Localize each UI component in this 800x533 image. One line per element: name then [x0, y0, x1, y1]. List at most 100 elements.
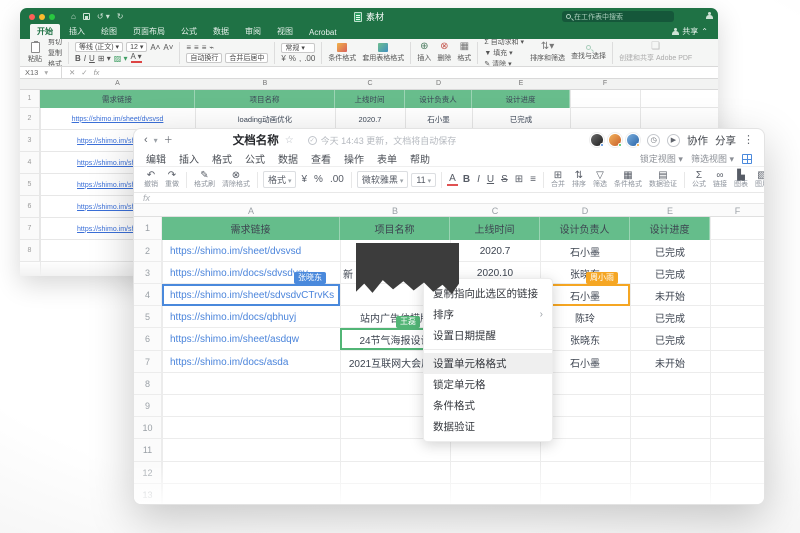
formula-button[interactable]: Σ公式 [690, 170, 708, 189]
sheet-row[interactable]: 13 [134, 484, 764, 505]
excel-column-headers[interactable]: ABCDEF [20, 79, 718, 90]
cell-A2[interactable]: https://shimo.im/sheet/dvsvsd [40, 108, 195, 130]
collab-button[interactable]: 协作 [687, 133, 708, 148]
menu-编辑[interactable]: 编辑 [146, 151, 166, 166]
align-bottom-icon[interactable]: ≡ [202, 43, 207, 52]
header-cell-D1[interactable]: 设计负责人 [540, 217, 630, 240]
column-header-C[interactable]: C [450, 204, 540, 217]
cut-button[interactable]: 剪切 [48, 39, 62, 47]
context-menu-item-锁定单元格[interactable]: 锁定单元格 [424, 374, 552, 395]
font-name-select[interactable]: 等线 (正文) ▾ [75, 42, 123, 52]
cell-C2[interactable]: 2020.7 [450, 240, 540, 262]
header-cell-A1[interactable]: 需求链接 [40, 90, 195, 108]
cell-format-select[interactable]: 格式 [263, 171, 296, 188]
bold-icon[interactable]: B [75, 54, 81, 63]
borders-button[interactable]: ⊞ [513, 174, 525, 185]
column-header-F[interactable]: F [570, 80, 640, 87]
maximize-icon[interactable] [49, 14, 55, 20]
context-menu-item-条件格式[interactable]: 条件格式 [424, 395, 552, 416]
lock-view-button[interactable]: 锁定视图 ▾ [640, 152, 683, 165]
percent-icon[interactable]: % [289, 54, 296, 63]
align-top-icon[interactable]: ≡ [186, 43, 191, 52]
cell-A6[interactable]: https://shimo.im/sheet/asdqw [162, 328, 340, 351]
decimal-icon[interactable]: .00 [304, 54, 315, 63]
cell-B2[interactable]: loading动画优化 [195, 108, 335, 130]
align-middle-icon[interactable]: ≡ [194, 43, 199, 52]
clear-button[interactable]: ✎ 清除 ▾ [484, 59, 524, 68]
table-style-button[interactable]: 套用表格格式 [362, 43, 404, 63]
font-size-select[interactable]: 11 [411, 173, 436, 187]
cell-E3[interactable]: 已完成 [630, 262, 710, 284]
font-family-select[interactable]: 微软雅黑 [357, 171, 408, 188]
fill-color-icon[interactable]: ▨ ▾ [114, 54, 128, 63]
doc-switcher-caret-icon[interactable]: ▾ [154, 136, 158, 145]
autosum-button[interactable]: Σ 自动求和 ▾ [484, 39, 524, 47]
context-menu-item-设置日期提醒[interactable]: 设置日期提醒 [424, 325, 552, 346]
borders-icon[interactable]: ⊞ ▾ [98, 54, 111, 63]
merge-button[interactable]: ⊞合并 [549, 170, 567, 189]
cell-D2[interactable]: 石小墨 [405, 108, 472, 130]
copy-button[interactable]: 复制 [48, 48, 62, 58]
context-menu-item-排序[interactable]: 排序› [424, 304, 552, 325]
chart-button[interactable]: ▙图表 [732, 170, 750, 189]
format-painter-button[interactable]: ✎格式刷 [192, 170, 217, 189]
image-button[interactable]: ▨图片 [753, 170, 764, 189]
excel-search-box[interactable]: 在工作表中搜索 [562, 11, 674, 22]
header-cell-E1[interactable]: 设计进度 [472, 90, 570, 108]
wrap-text-button[interactable]: 自动换行 [186, 53, 222, 63]
adobe-pdf-button[interactable]: ❏ 创建和共享 Adobe PDF [619, 42, 692, 63]
collaborator-avatars[interactable] [590, 133, 640, 147]
filter-view-button[interactable]: 筛选视图 ▾ [691, 152, 734, 165]
find-select-button[interactable]: 查找与选择 [571, 45, 606, 61]
cell-D5[interactable]: 陈玲 [540, 306, 630, 328]
shimo-column-headers[interactable]: ABCDEF [134, 204, 764, 217]
header-cell-C1[interactable]: 上线时间 [450, 217, 540, 240]
cell-E5[interactable]: 已完成 [630, 306, 710, 328]
back-icon[interactable]: ‹ [144, 135, 148, 146]
menu-查看[interactable]: 查看 [311, 151, 331, 166]
orientation-icon[interactable]: ⌁ [209, 43, 214, 52]
column-header-E[interactable]: E [472, 80, 570, 87]
column-header-D[interactable]: D [405, 80, 472, 87]
tab-页面布局[interactable]: 页面布局 [126, 24, 172, 39]
avatar[interactable] [590, 133, 604, 147]
doc-title[interactable]: 文档名称 [233, 132, 279, 148]
cell-E2[interactable]: 已完成 [630, 240, 710, 262]
column-header-A[interactable]: A [162, 204, 340, 217]
minimize-icon[interactable] [39, 14, 45, 20]
header-cell-E1[interactable]: 设计进度 [630, 217, 710, 240]
fill-button[interactable]: ▼ 填充 ▾ [484, 48, 524, 58]
tab-视图[interactable]: 视图 [270, 24, 300, 39]
context-menu-item-数据验证[interactable]: 数据验证 [424, 416, 552, 437]
share-button[interactable]: 共享 ⌃ [672, 26, 708, 37]
bold-button[interactable]: B [461, 174, 472, 185]
column-header-B[interactable]: B [195, 80, 335, 87]
context-menu-item-设置单元格格式[interactable]: 设置单元格格式 [424, 353, 552, 374]
tab-审阅[interactable]: 审阅 [238, 24, 268, 39]
cell-A2[interactable]: https://shimo.im/sheet/dvsvsd [162, 240, 340, 262]
menu-格式[interactable]: 格式 [212, 151, 232, 166]
tab-Acrobat[interactable]: Acrobat [302, 26, 344, 39]
font-color-button[interactable]: A [447, 174, 458, 186]
cell-D7[interactable]: 石小墨 [540, 351, 630, 373]
redo-button[interactable]: ↷重做 [163, 170, 181, 189]
column-header-E[interactable]: E [630, 204, 710, 217]
delete-cells-button[interactable]: ⊗ 删除 [437, 42, 451, 63]
header-cell-A1[interactable]: 需求链接 [162, 217, 340, 240]
undo-icon[interactable]: ↺ ▾ [97, 12, 110, 21]
sort-button[interactable]: ⇅排序 [570, 170, 588, 189]
avatar[interactable] [608, 133, 622, 147]
sheet-row[interactable]: 11 [134, 439, 764, 462]
format-cells-button[interactable]: ▦ 格式 [457, 42, 471, 63]
font-size-select[interactable]: 12 ▾ [126, 42, 147, 52]
cell-A5[interactable]: https://shimo.im/docs/qbhuyj [162, 306, 340, 328]
share-button[interactable]: 分享 [715, 133, 736, 148]
shrink-font-icon[interactable]: A˅ [163, 43, 173, 52]
menu-公式[interactable]: 公式 [245, 151, 265, 166]
name-box[interactable]: X13▾ [20, 67, 62, 78]
menu-帮助[interactable]: 帮助 [410, 151, 430, 166]
tab-开始[interactable]: 开始 [30, 24, 60, 39]
sort-filter-button[interactable]: ⇅▾ 排序和筛选 [530, 42, 565, 63]
header-cell-D1[interactable]: 设计负责人 [405, 90, 472, 108]
menu-数据[interactable]: 数据 [278, 151, 298, 166]
